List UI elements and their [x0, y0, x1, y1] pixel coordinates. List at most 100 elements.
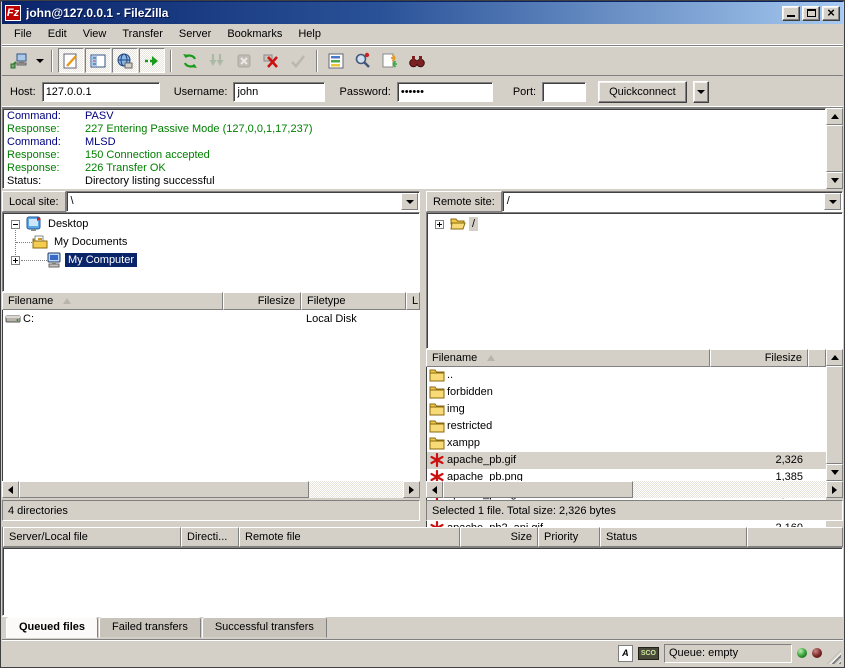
remote-vertical-scrollbar[interactable] [826, 349, 843, 482]
directory-comparison-button[interactable] [350, 48, 376, 73]
close-button[interactable]: × [822, 6, 840, 21]
remote-file-row[interactable]: img [427, 401, 826, 418]
scroll-up-button[interactable] [826, 349, 843, 366]
menu-edit[interactable]: Edit [40, 25, 75, 43]
local-site-combobox[interactable]: \ [66, 191, 420, 212]
password-input[interactable] [397, 82, 493, 102]
disconnect-button[interactable] [258, 48, 284, 73]
local-site-dropdown[interactable] [401, 193, 418, 210]
quickconnect-button[interactable]: Quickconnect [598, 81, 687, 103]
scroll-right-button[interactable] [403, 481, 420, 498]
scroll-right-button[interactable] [826, 481, 843, 498]
refresh-button[interactable] [177, 48, 203, 73]
column-header-status[interactable]: Status [600, 527, 747, 547]
menu-bar: File Edit View Transfer Server Bookmarks… [2, 24, 843, 45]
menu-bookmarks[interactable]: Bookmarks [219, 25, 290, 43]
local-pane: Local site: \ Desktop My Documents [2, 191, 420, 521]
tab-queued-files[interactable]: Queued files [6, 617, 98, 638]
sort-ascending-icon [487, 355, 495, 361]
port-input[interactable] [542, 82, 586, 102]
minimize-button[interactable] [782, 6, 800, 21]
menu-help[interactable]: Help [290, 25, 329, 43]
scrollbar-thumb[interactable] [19, 481, 309, 498]
menu-file[interactable]: File [6, 25, 40, 43]
maximize-button[interactable] [802, 6, 820, 21]
toggle-local-tree-icon [89, 52, 107, 70]
process-queue-button[interactable] [204, 48, 230, 73]
scroll-left-icon [8, 486, 13, 494]
host-input[interactable] [42, 82, 160, 102]
site-manager-button[interactable] [6, 48, 32, 73]
column-header-priority[interactable]: Priority [538, 527, 600, 547]
log-entry: Response:226 Transfer OK [3, 162, 825, 175]
queue-header: Server/Local file Directi... Remote file… [2, 527, 843, 547]
menu-view[interactable]: View [75, 25, 115, 43]
expand-icon[interactable] [435, 220, 444, 229]
column-header-server-local-file[interactable]: Server/Local file [3, 527, 181, 547]
local-site-row: Local site: \ [2, 191, 420, 212]
tree-item-label: My Computer [65, 253, 137, 267]
scrollbar-thumb[interactable] [443, 481, 633, 498]
tree-item-my-documents[interactable]: My Documents [3, 233, 419, 251]
site-manager-dropdown[interactable] [33, 48, 46, 73]
remote-file-row[interactable]: xampp [427, 435, 826, 452]
username-input[interactable] [233, 82, 325, 102]
remote-horizontal-scrollbar[interactable] [426, 481, 843, 498]
column-header-lastmodified[interactable]: L [406, 292, 420, 310]
toggle-local-tree-button[interactable] [85, 48, 111, 73]
local-site-label: Local site: [2, 191, 66, 212]
tree-item-root[interactable]: / [427, 215, 842, 233]
column-header-direction[interactable]: Directi... [181, 527, 239, 547]
scroll-left-button[interactable] [2, 481, 19, 498]
remote-site-dropdown[interactable] [824, 193, 841, 210]
remote-file-row[interactable]: .. [427, 367, 826, 384]
expand-icon[interactable] [11, 256, 20, 265]
filter-button[interactable] [323, 48, 349, 73]
maximize-icon [807, 9, 816, 17]
tab-failed-transfers[interactable]: Failed transfers [99, 617, 201, 638]
quickconnect-dropdown[interactable] [693, 81, 709, 103]
scrollbar-thumb[interactable] [826, 125, 843, 172]
recheck-button[interactable] [285, 48, 311, 73]
column-header-filetype[interactable]: Filetype [301, 292, 406, 310]
find-files-button[interactable] [404, 48, 430, 73]
transfer-type-indicator-icon: A [618, 645, 633, 662]
desktop-icon [26, 216, 42, 232]
tree-item-label: / [469, 217, 478, 231]
scrollbar-thumb[interactable] [826, 366, 843, 465]
tree-item-desktop[interactable]: Desktop [3, 215, 419, 233]
column-header-filesize[interactable]: Filesize [223, 292, 301, 310]
resize-grip[interactable] [827, 650, 841, 664]
scroll-down-button[interactable] [826, 464, 843, 481]
log-entry: Response:150 Connection accepted [3, 149, 825, 162]
toggle-remote-tree-button[interactable] [112, 48, 138, 73]
remote-site-value: / [503, 192, 823, 211]
queue-status-text: Queue: empty [664, 644, 792, 663]
scroll-down-button[interactable] [826, 172, 843, 189]
cancel-operation-button[interactable] [231, 48, 257, 73]
synchronized-browsing-button[interactable] [377, 48, 403, 73]
scroll-left-button[interactable] [426, 481, 443, 498]
column-header-remote-file[interactable]: Remote file [239, 527, 460, 547]
log-scrollbar[interactable] [826, 108, 843, 189]
toggle-transfer-queue-button[interactable] [139, 48, 165, 73]
menu-server[interactable]: Server [171, 25, 219, 43]
tree-item-my-computer[interactable]: My Computer [3, 251, 419, 269]
column-header-filename[interactable]: Filename [426, 349, 710, 367]
remote-site-combobox[interactable]: / [502, 191, 843, 212]
local-file-row[interactable]: C: Local Disk [3, 310, 420, 327]
remote-file-row[interactable]: restricted [427, 418, 826, 435]
menu-transfer[interactable]: Transfer [114, 25, 171, 43]
filezilla-window: Fz john@127.0.0.1 - FileZilla × File Edi… [0, 0, 845, 668]
tab-successful-transfers[interactable]: Successful transfers [202, 617, 327, 638]
column-header-filename[interactable]: Filename [2, 292, 223, 310]
remote-file-row-selected[interactable]: apache_pb.gif 2,326 [427, 452, 826, 469]
toggle-message-log-button[interactable] [58, 48, 84, 73]
column-header-size[interactable]: Size [460, 527, 538, 547]
collapse-icon[interactable] [11, 220, 20, 229]
column-header-filesize[interactable]: Filesize [710, 349, 808, 367]
scroll-up-button[interactable] [826, 108, 843, 125]
local-horizontal-scrollbar[interactable] [2, 481, 420, 498]
remote-file-row[interactable]: forbidden [427, 384, 826, 401]
folder-icon [429, 367, 445, 383]
